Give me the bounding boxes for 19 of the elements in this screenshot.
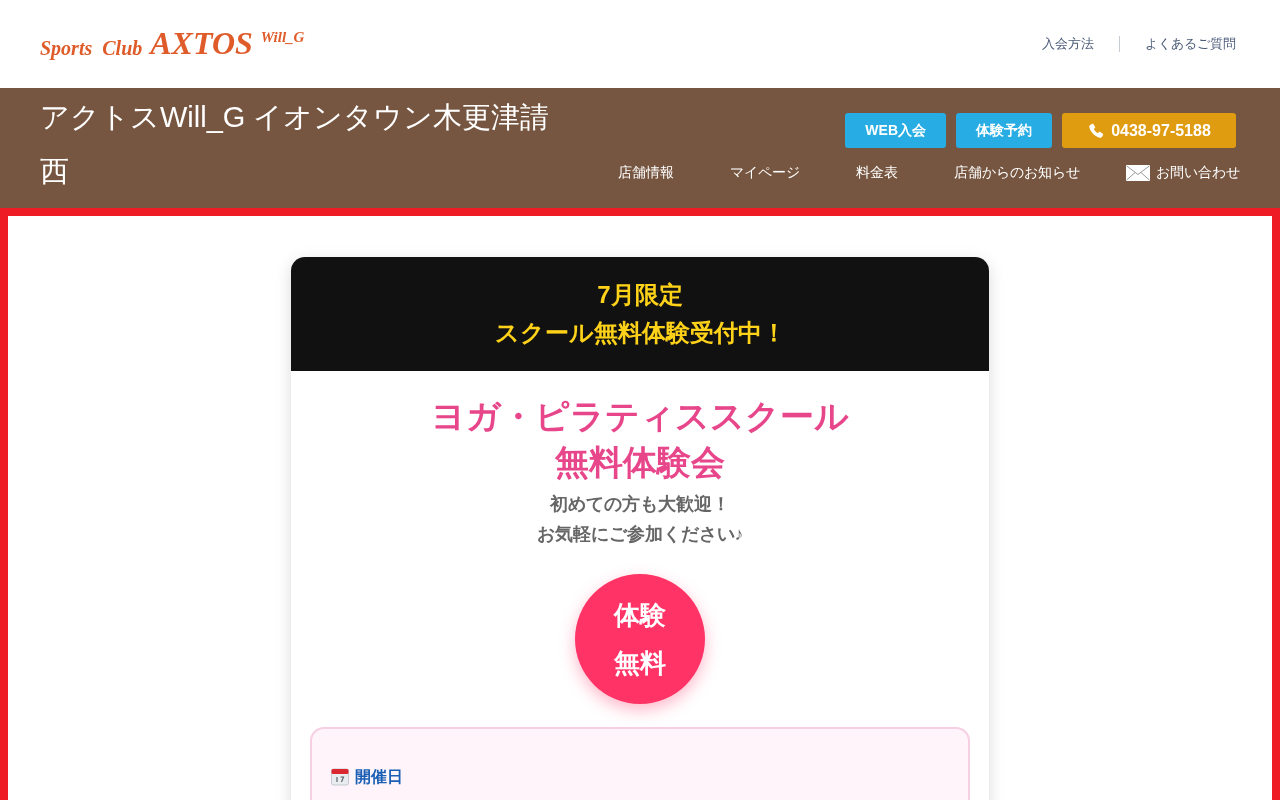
nav-link[interactable]: お問い合わせ: [1126, 162, 1240, 183]
info-heading: 開催日: [355, 767, 403, 787]
envelope-icon: [1126, 164, 1150, 181]
phone-icon: [1087, 121, 1106, 140]
logo-text[interactable]: Sports Club: [40, 36, 143, 60]
header-link[interactable]: 入会方法: [1042, 34, 1094, 54]
nav-link[interactable]: 店舗からのお知らせ: [954, 162, 1080, 183]
calendar-icon: [331, 768, 349, 786]
promo-subtitle: 初めての方も大歓迎！ お気軽にご参加ください♪: [535, 493, 745, 546]
nav-link[interactable]: 店舗情報: [618, 162, 674, 183]
logo-suffix[interactable]: Will_G: [260, 28, 305, 46]
free-trial-badge: 体験 無料: [575, 574, 705, 704]
banner-heading: 7月限定 スクール無料体験受付中！: [494, 280, 786, 348]
store-title: アクトスWill_G イオンタウン木更津請西: [40, 100, 551, 189]
nav-link[interactable]: マイページ: [730, 162, 800, 183]
logo-brand[interactable]: AXTOS: [150, 26, 253, 60]
header-link[interactable]: よくあるご質問: [1145, 34, 1236, 54]
nav-link[interactable]: 料金表: [856, 162, 898, 183]
promo-title: ヨガ・ピラティススクール 無料体験会: [430, 396, 850, 483]
